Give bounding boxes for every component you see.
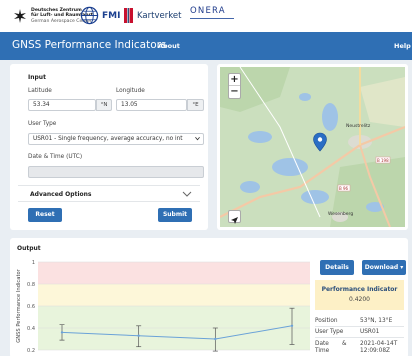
datetime-label: Date & Time (UTC) <box>28 154 83 160</box>
zoom-in-button[interactable]: + <box>229 74 240 86</box>
lake <box>299 93 311 101</box>
logo-bar: Deutsches Zentrum für Luft- und Raumfahr… <box>0 0 412 32</box>
latitude-label: Latitude <box>28 88 52 94</box>
lake <box>322 103 338 131</box>
onera-wordmark: ONERA <box>190 6 226 16</box>
lake <box>240 181 260 193</box>
data-point <box>60 331 64 334</box>
kartverket-flag-icon <box>124 8 133 23</box>
position-value: 53°N, 13°E <box>360 318 393 324</box>
nav-about-link[interactable]: About <box>158 42 180 50</box>
latitude-input[interactable]: 53.34 <box>28 99 96 111</box>
road-label: B 96 <box>339 186 349 191</box>
road-label: B 198 <box>377 158 389 163</box>
map-view[interactable]: B 96 B 198 Neustrelitz Wesenberg + − <box>220 67 405 227</box>
user-type-label: User Type <box>28 121 57 127</box>
datetime-output-label2: Time <box>315 348 330 354</box>
position-label: Position <box>315 318 338 324</box>
fmi-wordmark: FMI <box>102 10 121 21</box>
chart-band <box>38 284 310 306</box>
performance-indicator-box: Performance Indicator 0.4200 <box>315 280 404 310</box>
datetime-input[interactable] <box>28 166 204 178</box>
datetime-output-label1: Date <box>315 341 329 347</box>
lake <box>248 131 272 143</box>
user-type-output-label: User Type <box>315 329 344 335</box>
longitude-unit: °E <box>187 99 204 111</box>
y-axis-label: GNSS Performance Indicator <box>16 268 22 342</box>
onera-underline <box>190 18 234 19</box>
longitude-label: Longitude <box>116 88 145 94</box>
top-navbar: GNSS Performance Indicators About Help <box>0 32 412 60</box>
data-point <box>137 334 140 337</box>
longitude-value: 13.05 <box>121 102 138 108</box>
latitude-value: 53.34 <box>33 102 50 108</box>
download-button[interactable]: Download ▾ <box>362 260 406 275</box>
y-tick-label: 0.2 <box>27 348 35 354</box>
latitude-unit: °N <box>96 99 112 111</box>
data-point <box>214 337 217 341</box>
locate-button[interactable] <box>228 210 241 224</box>
output-title: Output <box>17 245 41 252</box>
user-type-value: USR01 - Single frequency, average accura… <box>33 136 183 142</box>
fmi-logo: FMI <box>80 6 120 25</box>
lake <box>272 158 308 176</box>
submit-button[interactable]: Submit <box>158 208 192 222</box>
output-panel: Output 1 0.8 0.6 0.4 0.2 GNSS Performance Ind… <box>10 238 408 356</box>
datetime-output-amp: & <box>342 341 347 347</box>
chevron-down-icon <box>182 191 192 197</box>
chart-band <box>38 262 310 284</box>
divider <box>315 326 404 327</box>
divider <box>315 337 404 338</box>
place-label: Wesenberg <box>328 211 353 217</box>
data-point <box>290 324 294 327</box>
details-button[interactable]: Details <box>320 260 354 275</box>
locate-arrow-icon <box>231 217 238 224</box>
reset-button[interactable]: Reset <box>28 208 62 222</box>
map-panel: B 96 B 198 Neustrelitz Wesenberg + − <box>217 64 408 230</box>
globe-icon <box>80 6 99 25</box>
advanced-options-label: Advanced Options <box>30 191 92 198</box>
performance-indicator-value: 0.4200 <box>349 296 370 303</box>
kartverket-logo: Kartverket <box>124 8 181 23</box>
datetime-output-value2: 12:09:08Z <box>360 348 391 354</box>
input-title: Input <box>28 74 46 81</box>
performance-indicator-title: Performance Indicator <box>321 286 398 293</box>
map-tiles: B 96 B 198 Neustrelitz Wesenberg <box>220 67 405 227</box>
y-tick-label: 0.4 <box>27 326 35 332</box>
y-tick-label: 0.8 <box>27 282 35 288</box>
user-type-select[interactable]: USR01 - Single frequency, average accura… <box>28 133 204 145</box>
input-panel: Input Latitude 53.34 °N Longitude 13.05 … <box>10 64 208 230</box>
kartverket-wordmark: Kartverket <box>137 10 182 21</box>
zoom-out-button[interactable]: − <box>229 86 240 98</box>
place-label: Neustrelitz <box>346 123 371 129</box>
longitude-input[interactable]: 13.05 <box>116 99 187 111</box>
zoom-control: + − <box>228 73 241 99</box>
nav-help-link[interactable]: Help <box>394 42 411 50</box>
y-tick-label: 0.6 <box>27 304 35 310</box>
onera-logo: ONERA <box>190 6 234 19</box>
y-tick-label: 1 <box>32 260 35 266</box>
advanced-options-toggle[interactable]: Advanced Options <box>18 185 200 202</box>
performance-chart: 1 0.8 0.6 0.4 0.2 GNSS Performance Indicator <box>16 260 310 354</box>
app-title[interactable]: GNSS Performance Indicators <box>12 39 166 51</box>
dlr-emblem-icon <box>14 9 26 24</box>
user-type-output-value: USR01 <box>360 329 380 335</box>
lake <box>301 190 329 204</box>
chevron-down-icon <box>195 136 200 141</box>
datetime-output-value1: 2021-04-14T <box>360 341 398 347</box>
